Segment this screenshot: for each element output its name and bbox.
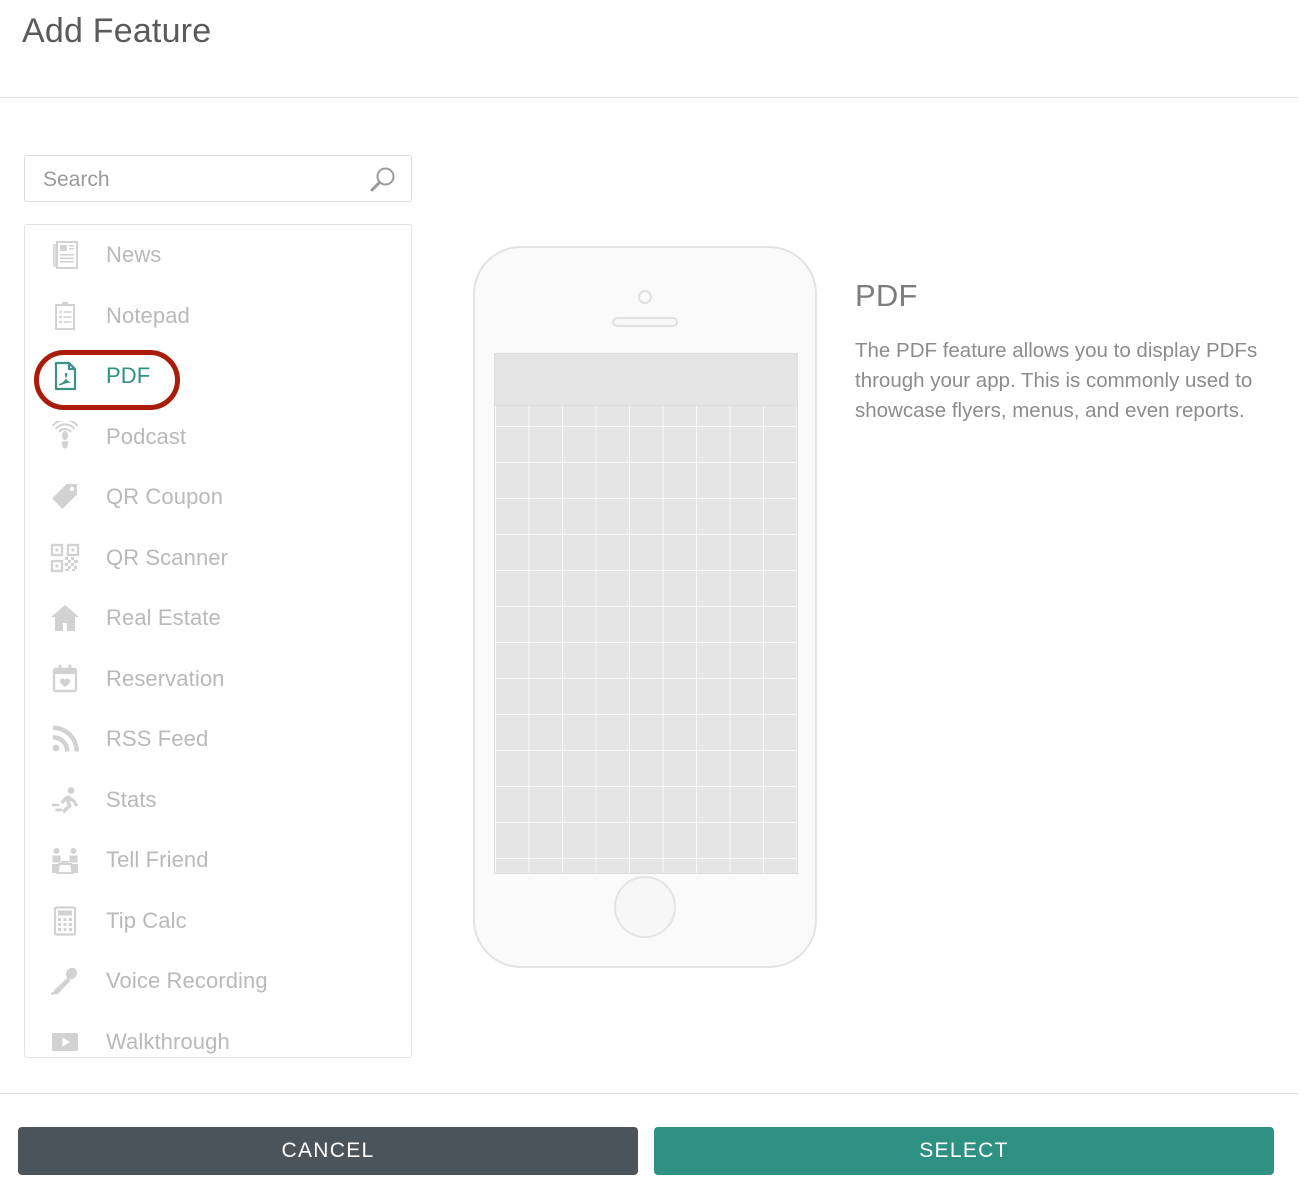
phone-screen-header — [495, 354, 797, 406]
tag-icon — [46, 478, 84, 516]
feature-list-item-rss-feed[interactable]: RSS Feed — [25, 709, 411, 770]
microphone-icon — [46, 962, 84, 1000]
calculator-icon — [46, 902, 84, 940]
footer-divider — [0, 1093, 1298, 1094]
feature-list-item-notepad[interactable]: Notepad — [25, 286, 411, 347]
feature-detail-panel: PDF The PDF feature allows you to displa… — [855, 278, 1285, 426]
feature-list-item-label: Tip Calc — [106, 907, 187, 933]
feature-list-item-pdf[interactable]: PDF — [25, 346, 411, 407]
calendar-heart-icon — [46, 660, 84, 698]
feature-list-item-label: Podcast — [106, 423, 187, 449]
feature-list-item-label: Real Estate — [106, 605, 221, 631]
feature-detail-title: PDF — [855, 278, 918, 313]
feature-list-item-label: QR Scanner — [106, 544, 229, 570]
search-box[interactable] — [24, 155, 412, 203]
search-icon[interactable] — [367, 165, 397, 195]
feature-list-item-label: Voice Recording — [106, 968, 268, 994]
search-input[interactable] — [41, 156, 365, 203]
feature-list-item-stats[interactable]: Stats — [25, 770, 411, 831]
two-people-table-icon — [46, 841, 84, 879]
feature-list-item-real-estate[interactable]: Real Estate — [25, 588, 411, 649]
feature-list-scroll[interactable]: News Notepad PDF Podcast QR Coupon QR Scanner… — [25, 225, 411, 1058]
podcast-icon — [46, 418, 84, 456]
house-icon — [46, 599, 84, 637]
feature-list-item-tip-calc[interactable]: Tip Calc — [25, 891, 411, 952]
feature-list-item-walkthrough[interactable]: Walkthrough — [25, 1012, 411, 1058]
feature-list-item-label: Stats — [106, 786, 157, 812]
rss-icon — [46, 720, 84, 758]
qr-code-icon — [46, 539, 84, 577]
phone-screen — [494, 353, 798, 874]
phone-home-button — [614, 876, 676, 938]
phone-camera-icon — [638, 290, 652, 304]
feature-list-item-podcast[interactable]: Podcast — [25, 407, 411, 468]
video-play-icon — [46, 1023, 84, 1057]
feature-list-item-reservation[interactable]: Reservation — [25, 649, 411, 710]
pdf-document-icon — [46, 357, 84, 395]
feature-list-item-label: Walkthrough — [106, 1028, 230, 1054]
feature-list-item-label: RSS Feed — [106, 726, 209, 752]
page-title: Add Feature — [22, 12, 212, 50]
cancel-button[interactable]: CANCEL — [18, 1127, 638, 1175]
feature-list-item-qr-coupon[interactable]: QR Coupon — [25, 467, 411, 528]
feature-list-item-label: Notepad — [106, 302, 190, 328]
phone-preview — [473, 246, 817, 968]
feature-list-item-voice-recording[interactable]: Voice Recording — [25, 951, 411, 1012]
phone-speaker-icon — [612, 317, 678, 327]
feature-list-item-label: QR Coupon — [106, 484, 224, 510]
header-divider — [0, 97, 1298, 98]
select-button[interactable]: SELECT — [654, 1127, 1274, 1175]
runner-icon — [46, 781, 84, 819]
feature-list-item-label: Reservation — [106, 665, 225, 691]
newspaper-icon — [46, 236, 84, 274]
feature-list-item-tell-friend[interactable]: Tell Friend — [25, 830, 411, 891]
clipboard-icon — [46, 297, 84, 335]
feature-list-item-label: News — [106, 242, 162, 268]
feature-detail-description: The PDF feature allows you to display PD… — [855, 339, 1258, 422]
feature-list-item-label: PDF — [106, 363, 151, 389]
feature-list[interactable]: News Notepad PDF Podcast QR Coupon QR Scanner… — [24, 224, 412, 1058]
feature-list-item-news[interactable]: News — [25, 225, 411, 286]
feature-list-item-label: Tell Friend — [106, 847, 209, 873]
feature-list-item-qr-scanner[interactable]: QR Scanner — [25, 528, 411, 589]
